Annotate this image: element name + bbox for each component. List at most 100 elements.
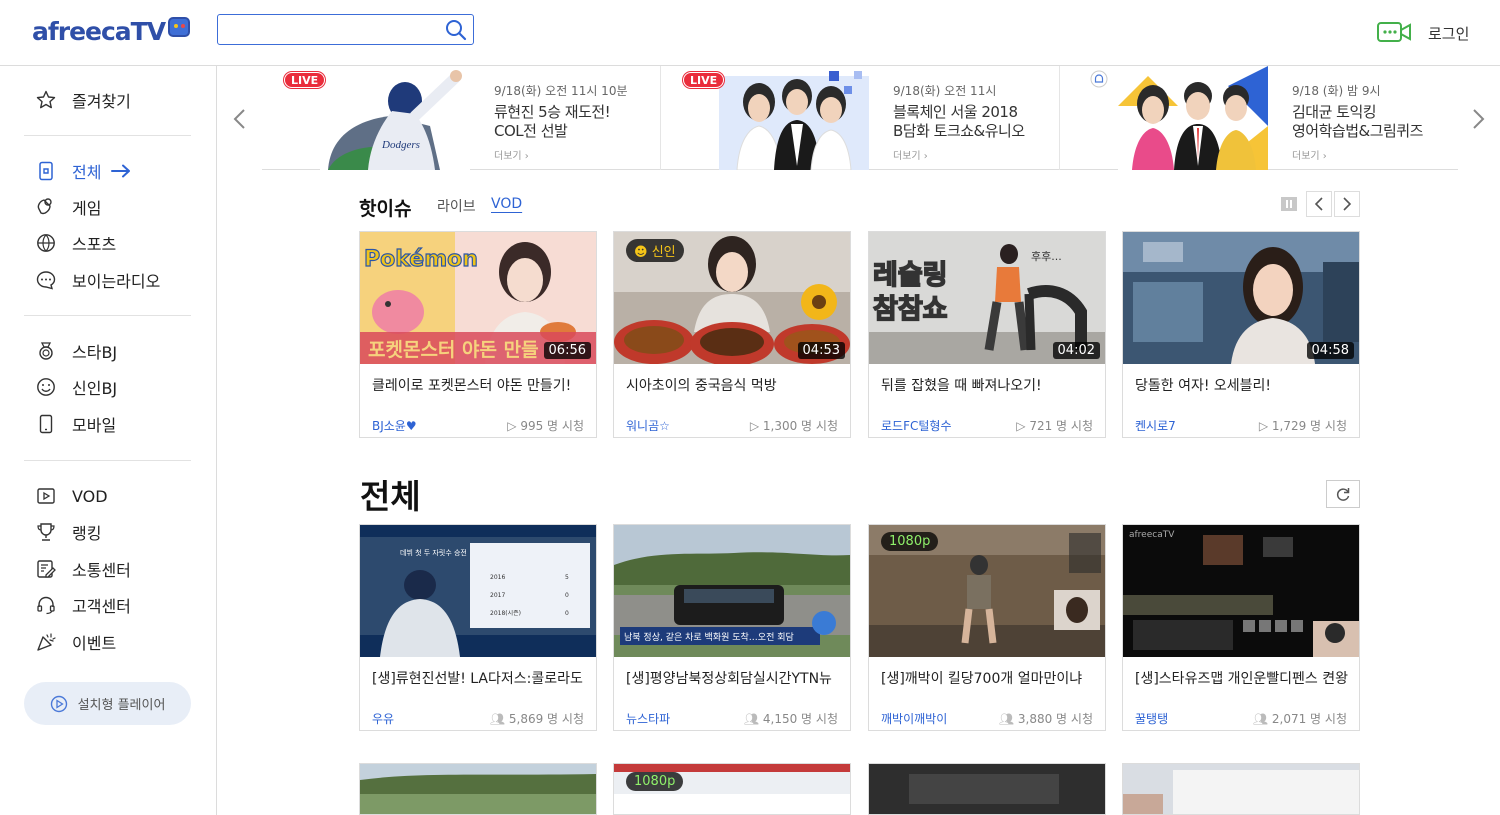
video-title[interactable]: 시아초이의 중국음식 먹방 [626,375,840,395]
stream-author[interactable]: 꿀탱탱 [1135,710,1168,727]
banner-title-line2: 영어학습법&그림퀴즈 [1292,122,1423,140]
banner-title-line1: 블록체인 서울 2018 [893,103,1018,121]
svg-text:0: 0 [565,592,569,599]
pause-icon[interactable] [1281,197,1297,211]
video-card[interactable]: 04:58 당돌한 여자! 오세블리! 켄시로7 ▷ 1,729 명 시청 [1122,231,1360,438]
svg-text:afreecaTV: afreecaTV [1129,530,1175,540]
stream-card[interactable]: 남북 정상, 같은 차로 백화원 도착…오전 회담 [생]평양남북정상회담실시간… [613,524,851,731]
sidebar-item-sports[interactable]: 스포츠 [36,230,116,256]
login-link[interactable]: 로그인 [1428,23,1469,44]
stream-views: 👥︎ 3,880 명 시청 [999,710,1093,727]
hot-prev-button[interactable] [1306,191,1332,217]
banner-title-line1: 류현진 5승 재도전! [494,103,611,121]
banner-more-link[interactable]: 더보기 › [494,147,654,162]
svg-text:참참쇼: 참참쇼 [873,294,948,325]
svg-text:2017: 2017 [490,592,505,599]
viewers-icon: 👥︎ [743,712,760,726]
stream-author[interactable]: 깨박이깨박이 [881,710,947,727]
banner-image-toeic [1118,66,1268,170]
radio-icon [36,271,56,290]
sidebar-item-label: 보이는라디오 [72,272,161,291]
banner-more-link[interactable]: 더보기 › [1292,147,1452,162]
hot-issue-title: 핫이슈 [359,198,412,220]
sidebar-item-label: 스포츠 [72,235,117,254]
stream-thumbnail: afreecaTV [1123,525,1359,657]
stream-card[interactable]: 1080p [613,763,851,815]
stream-card[interactable] [868,763,1106,815]
sidebar-item-radio[interactable]: 보이는라디오 [36,267,160,293]
video-author[interactable]: 켄시로7 [1135,417,1176,434]
sidebar-item-new-bj[interactable]: 신인BJ [36,374,117,400]
afreecatv-logo[interactable]: afreecaTV [32,14,191,48]
bell-icon [1090,70,1108,88]
svg-text:후후...: 후후... [1031,250,1062,263]
tab-live[interactable]: 라이브 [437,196,476,216]
stream-title[interactable]: [생]스타유즈맵 개인운빨디펜스 켠왕 [1135,668,1349,688]
stream-author[interactable]: 우유 [372,710,394,727]
quality-badge: 1080p [881,532,939,551]
video-title[interactable]: 당돌한 여자! 오세블리! [1135,375,1349,395]
video-views: ▷ 1,300 명 시청 [749,419,838,433]
search-icon[interactable] [445,19,467,41]
svg-text:2018(시즌): 2018(시즌) [490,610,521,617]
stream-title[interactable]: [생]평양남북정상회담실시간YTN뉴 [626,668,840,688]
svg-text:데뷔 첫 두 자릿수 승전: 데뷔 첫 두 자릿수 승전 [400,548,467,557]
stream-card[interactable] [359,763,597,815]
sidebar-item-mobile[interactable]: 모바일 [36,411,116,437]
sidebar-item-all[interactable]: 전체 [36,158,147,184]
banner-item[interactable]: 9/18 (화) 밤 9시 김대균 토익킹 영어학습법&그림퀴즈 더보기 › [1059,66,1457,170]
banner-more-link[interactable]: 더보기 › [893,147,1053,162]
svg-text:레슬링: 레슬링 [873,260,948,291]
video-card[interactable]: 레슬링 참참쇼 후후... 04:02 뒤를 잡혔을 때 빠져나오기! 로드FC… [868,231,1106,438]
stream-title[interactable]: [생]류현진선발! LA다저스:콜로라도 [372,668,586,688]
banner-next-icon[interactable] [1472,108,1486,130]
sidebar-item-support[interactable]: 고객센터 [36,592,131,618]
sidebar-item-ranking[interactable]: 랭킹 [36,519,101,545]
banner-prev-icon[interactable] [232,108,246,130]
video-thumbnail: Pokémon 포켓몬스터 야돈 만들 06:56 [360,232,596,364]
video-title[interactable]: 클레이로 포켓몬스터 야돈 만들기! [372,375,586,395]
video-card[interactable]: Pokémon 포켓몬스터 야돈 만들 06:56 클레이로 포켓몬스터 야돈 … [359,231,597,438]
banner-item[interactable]: Dodgers LIVE 9/18(화) 오전 11시 10분 류현진 5승 재… [262,66,660,170]
sidebar-item-favorites[interactable]: 즐겨찾기 [36,87,131,113]
video-author[interactable]: BJ소윤♥ [372,417,417,434]
video-duration: 06:56 [543,342,591,359]
sidebar-item-label: 고객센터 [72,597,131,616]
quality-badge: 1080p [626,772,684,791]
sidebar-item-star-bj[interactable]: 스타BJ [36,338,117,364]
broadcast-camera-icon[interactable] [1377,20,1411,44]
board-icon [37,560,56,578]
hot-next-button[interactable] [1334,191,1360,217]
search-input[interactable] [224,18,439,40]
stream-views: 👥︎ 2,071 명 시청 [1253,710,1347,727]
svg-text:남북 정상, 같은 차로 백화원 도착…오전 회담: 남북 정상, 같은 차로 백화원 도착…오전 회담 [624,631,794,643]
sidebar-item-label: 게임 [72,199,102,218]
video-thumbnail: 레슬링 참참쇼 후후... 04:02 [869,232,1105,364]
star-icon [36,90,56,109]
video-author[interactable]: 로드FC털형수 [881,417,951,434]
tab-vod[interactable]: VOD [491,196,522,212]
sidebar-item-game[interactable]: 게임 [36,194,101,220]
banner-item[interactable]: LIVE 9/18(화) 오전 11시 블록체인 서울 2018 B담화 토크쇼… [660,66,1058,170]
tv-mascot-icon [168,17,191,37]
video-title[interactable]: 뒤를 잡혔을 때 빠져나오기! [881,375,1095,395]
stream-card[interactable]: 1080p [생]깨박이 킬당700개 얼마만이냐 깨박이깨박이 👥︎ 3,88… [868,524,1106,731]
stream-card[interactable] [1122,763,1360,815]
refresh-button[interactable] [1326,480,1360,508]
stream-card[interactable]: afreecaTV [생]스타유즈맵 개인운빨디펜스 켠왕 꿀탱탱 👥︎ 2,0… [1122,524,1360,731]
video-author[interactable]: 워니곰☆ [626,417,670,434]
sidebar-item-label: 소통센터 [72,561,131,580]
banner-title-line2: COL전 선발 [494,122,568,140]
install-player-button[interactable]: 설치형 플레이어 [24,682,191,725]
chevron-left-icon [1314,197,1323,211]
sidebar-item-vod[interactable]: VOD [36,483,108,509]
stream-title[interactable]: [생]깨박이 킬당700개 얼마만이냐 [881,668,1095,688]
stream-card[interactable]: 2016 2017 2018(시즌) 5 0 0 데뷔 첫 두 자릿수 승전 [생]류현진… [359,524,597,731]
divider [24,460,191,461]
sidebar-item-event[interactable]: 이벤트 [36,629,116,655]
badge-label: 신인 [651,245,676,260]
video-card[interactable]: ☻ 신인 04:53 시아초이의 중국음식 먹방 워니곰☆ ▷ 1,300 명 … [613,231,851,438]
svg-text:2016: 2016 [490,574,505,581]
stream-author[interactable]: 뉴스타파 [626,710,670,727]
sidebar-item-community[interactable]: 소통센터 [36,556,131,582]
